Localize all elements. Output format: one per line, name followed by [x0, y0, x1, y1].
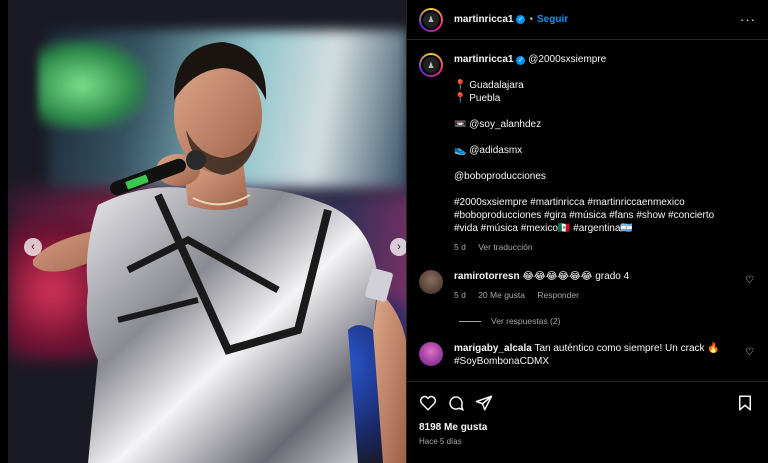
comment-icon[interactable] — [447, 394, 465, 412]
caption-meta: 5 d Ver traducción — [454, 241, 714, 254]
post-actions: 8198 Me gusta Hace 5 días — [407, 381, 768, 463]
caption-username[interactable]: martinricca1 — [454, 54, 513, 65]
reply-button[interactable]: Responder — [537, 290, 579, 300]
caption-hashtags[interactable]: #boboproducciones #gira #música #fans #s… — [454, 209, 714, 222]
comment-hashtag[interactable]: #SoyBombonaCDMX — [454, 355, 734, 368]
user-silhouette-icon: ♟ — [421, 9, 441, 30]
view-replies-label[interactable]: Ver respuestas (2) — [491, 316, 560, 326]
comment-item: marigaby_alcala Tan auténtico como siemp… — [419, 342, 756, 368]
post-timestamp: Hace 5 días — [419, 437, 462, 446]
instagram-post-window: ‹ › ♟ martinricca1 ✓ • Seguir ··· ♟ mart… — [0, 0, 768, 463]
user-silhouette-icon: ♟ — [421, 55, 441, 75]
caption-age: 5 d — [454, 242, 466, 252]
likes-count[interactable]: 8198 Me gusta — [419, 422, 756, 433]
bookmark-icon[interactable] — [736, 394, 754, 412]
caption-line[interactable]: 📼 @soy_alanhdez — [454, 118, 714, 131]
caption-hashtags[interactable]: #2000sxsiempre #martinricca #martinricca… — [454, 196, 714, 209]
caption-avatar[interactable]: ♟ — [419, 53, 443, 77]
commenter-username[interactable]: ramirotorresn — [454, 271, 520, 282]
post-side-panel: ♟ martinricca1 ✓ • Seguir ··· ♟ martinri… — [406, 0, 768, 463]
see-translation-link[interactable]: Ver traducción — [478, 242, 532, 252]
share-icon[interactable] — [475, 394, 493, 412]
comment-likes[interactable]: 20 Me gusta — [478, 290, 525, 300]
comment-heart-icon[interactable]: ♡ — [745, 347, 754, 358]
more-icon[interactable]: ··· — [740, 12, 756, 27]
commenter-username[interactable]: marigaby_alcala — [454, 343, 532, 354]
comments-section[interactable]: ♟ martinricca1 ✓ @2000sxsiempre 📍 Guadala… — [407, 41, 768, 381]
caption-line: 📍 Guadalajara — [454, 80, 524, 91]
commenter-avatar[interactable] — [419, 342, 443, 366]
caption-line[interactable]: @boboproducciones — [454, 170, 714, 183]
commenter-avatar[interactable] — [419, 270, 443, 294]
post-header: ♟ martinricca1 ✓ • Seguir ··· — [407, 0, 768, 40]
separator-dot: • — [529, 14, 533, 25]
comment-text: 😂😂😂😂😂😂 grado 4 — [522, 271, 630, 282]
comment-item: ramirotorresn 😂😂😂😂😂😂 grado 4 5 d 20 Me g… — [419, 270, 756, 302]
comment-age: 5 d — [454, 290, 466, 300]
post-image[interactable]: ‹ › — [8, 0, 406, 463]
post-caption: ♟ martinricca1 ✓ @2000sxsiempre 📍 Guadala… — [419, 53, 756, 254]
singer-illustration — [33, 42, 406, 463]
previous-image-button[interactable]: ‹ — [24, 238, 42, 256]
author-avatar[interactable]: ♟ — [419, 7, 443, 32]
replies-divider — [459, 320, 481, 322]
caption-hashtags[interactable]: #vida #música #mexico🇲🇽 #argentina🇦🇷 — [454, 222, 714, 235]
heart-icon[interactable] — [419, 394, 437, 412]
verified-icon: ✓ — [516, 15, 526, 24]
follow-button[interactable]: Seguir — [537, 14, 568, 25]
verified-icon: ✓ — [516, 56, 526, 65]
view-replies-button[interactable]: Ver respuestas (2) — [459, 316, 756, 326]
caption-mention[interactable]: @2000sxsiempre — [528, 54, 606, 65]
caption-line: 📍 Puebla — [454, 93, 501, 104]
next-image-button[interactable]: › — [390, 238, 406, 256]
action-icons — [419, 392, 756, 414]
caption-text: martinricca1 ✓ @2000sxsiempre 📍 Guadalaja… — [454, 53, 714, 254]
comment-heart-icon[interactable]: ♡ — [745, 275, 754, 286]
author-username[interactable]: martinricca1 — [454, 14, 513, 25]
comment-meta: 5 d 20 Me gusta Responder — [454, 289, 734, 302]
comment-text: Tan auténtico como siempre! Un crack 🔥 — [534, 343, 720, 354]
caption-line[interactable]: 👟 @adidasmx — [454, 144, 714, 157]
